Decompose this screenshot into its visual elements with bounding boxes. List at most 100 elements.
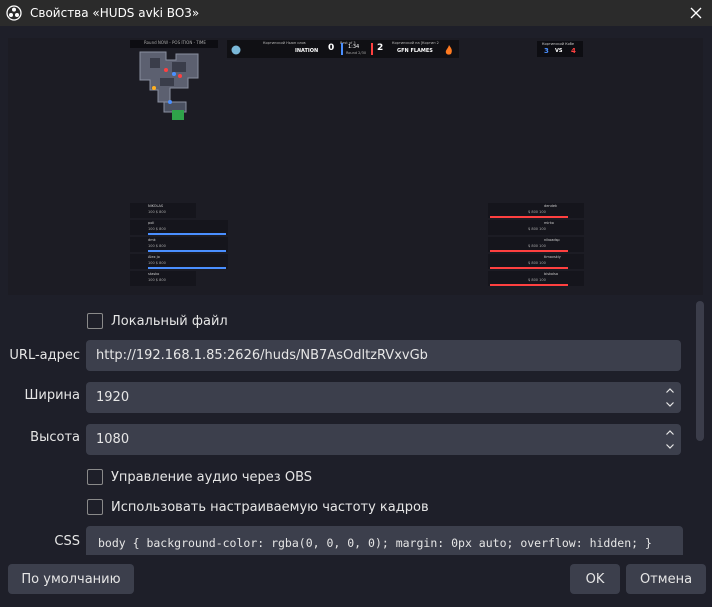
scorebar-right-team: GFN FLAMES <box>397 48 433 54</box>
close-button[interactable] <box>686 3 706 23</box>
checkbox-box[interactable] <box>87 313 103 329</box>
right-player-row: timovskiy $ 800 100 <box>488 254 584 269</box>
left-player-hp-bar <box>148 267 226 269</box>
left-player-stat: 100 $ 800 <box>148 244 166 248</box>
left-player-hp-bar <box>148 233 226 235</box>
custom-fps-checkbox[interactable]: Использовать настраиваемую частоту кадро… <box>87 499 429 515</box>
close-icon <box>690 7 702 19</box>
scorebar-left-caption: Кортинский Ньюп слов <box>263 41 306 45</box>
left-player-stat: 100 $ 800 <box>148 227 166 231</box>
local-file-checkbox[interactable]: Локальный файл <box>87 313 228 329</box>
chevron-down-icon <box>666 444 674 449</box>
right-player-stat: $ 800 100 <box>528 210 546 214</box>
left-player-row: NIKOLAS 100 $ 800 <box>130 203 196 218</box>
team-left-logo-icon <box>231 45 241 55</box>
right-player-row: mirko $ 800 100 <box>488 220 584 235</box>
width-label: Ширина <box>24 388 80 403</box>
css-value: body { background-color: rgba(0, 0, 0, 0… <box>98 536 652 550</box>
width-spin-controls <box>665 385 675 410</box>
height-decrement-button[interactable] <box>665 441 675 452</box>
height-label: Высота <box>30 430 80 445</box>
left-player-name: dmk <box>148 238 156 242</box>
cancel-button-label: Отмена <box>639 571 693 587</box>
defaults-button[interactable]: По умолчанию <box>8 564 134 594</box>
obs-logo-icon <box>6 5 22 21</box>
hud-minimap: Round NOW - POS ITION - TIME <box>130 40 218 122</box>
hud-left-team-panel: NIKOLAS 100 $ 800 poli 100 $ 800 dmk 100… <box>130 203 228 293</box>
height-increment-button[interactable] <box>665 427 675 438</box>
hud-right-team-panel: dendek $ 800 100 mirko $ 800 100 nikoads… <box>488 203 584 293</box>
ok-button[interactable]: OK <box>570 564 620 594</box>
chevron-up-icon <box>666 388 674 393</box>
right-player-row: nikoadsp $ 800 100 <box>488 237 584 252</box>
scorebar-right-caption: Кортинский на [Кортин 2 <box>392 41 439 45</box>
checkbox-box[interactable] <box>87 469 103 485</box>
left-player-stat: 100 $ 800 <box>148 261 166 265</box>
map-layout-icon <box>139 51 199 120</box>
url-value: http://192.168.1.85:2626/huds/NB7AsOdltz… <box>96 348 428 363</box>
height-spinbox[interactable]: 1080 <box>86 424 681 455</box>
url-label: URL-адрес <box>9 348 80 363</box>
right-player-stat: $ 800 100 <box>528 244 546 248</box>
audio-control-label: Управление аудио через OBS <box>111 469 313 485</box>
right-player-name: timovskiy <box>544 255 561 259</box>
right-player-name: biskolsa <box>544 272 559 276</box>
window-title: Свойства «HUDS avki BO3» <box>30 6 200 20</box>
right-player-hp-bar <box>490 267 568 269</box>
audio-control-checkbox[interactable]: Управление аудио через OBS <box>87 469 312 485</box>
width-increment-button[interactable] <box>665 385 675 396</box>
right-player-hp-bar <box>490 216 568 218</box>
chevron-up-icon <box>666 430 674 435</box>
width-spinbox[interactable]: 1920 <box>86 382 681 413</box>
series-vs: VS <box>555 48 563 54</box>
defaults-button-label: По умолчанию <box>21 571 121 587</box>
scorebar-t-marker <box>371 43 373 55</box>
right-player-hp-bar <box>490 250 568 252</box>
left-player-row: Alex jo 100 $ 800 <box>130 254 228 269</box>
team-right-logo-icon <box>445 45 452 55</box>
left-player-name: stasko <box>148 272 160 276</box>
scorebar-right-score: 2 <box>377 43 384 53</box>
right-player-stat: $ 800 100 <box>528 227 546 231</box>
dialog-button-bar: По умолчанию OK Отмена <box>0 555 712 607</box>
left-player-row: poli 100 $ 800 <box>130 220 228 235</box>
hud-series-score: Кортинский Кобе 3 VS 4 <box>537 41 583 57</box>
left-player-name: NIKOLAS <box>148 204 164 208</box>
scorebar-ct-marker <box>341 43 343 55</box>
width-decrement-button[interactable] <box>665 399 675 410</box>
left-player-row: stasko 100 $ 800 <box>130 271 196 286</box>
right-player-stat: $ 800 100 <box>528 261 546 265</box>
cancel-button[interactable]: Отмена <box>626 564 706 594</box>
series-label: Кортинский Кобе <box>542 42 575 46</box>
right-player-name: nikoadsp <box>544 238 560 242</box>
right-player-row: dendek $ 800 100 <box>488 203 584 218</box>
left-player-name: Alex jo <box>148 255 160 259</box>
local-file-label: Локальный файл <box>111 313 228 329</box>
ok-button-label: OK <box>585 571 605 587</box>
form-scrollbar[interactable] <box>696 301 704 441</box>
scorebar-time: 1:34 <box>348 44 360 50</box>
checkbox-box[interactable] <box>87 499 103 515</box>
left-player-stat: 100 $ 800 <box>148 210 166 214</box>
right-player-name: mirko <box>544 221 554 225</box>
left-player-row: dmk 100 $ 800 <box>130 237 228 252</box>
height-value: 1080 <box>96 432 130 447</box>
width-value: 1920 <box>96 390 130 405</box>
url-input[interactable]: http://192.168.1.85:2626/huds/NB7AsOdltz… <box>86 340 681 371</box>
series-left-score: 3 <box>544 47 549 55</box>
left-player-stat: 100 $ 800 <box>148 278 166 282</box>
css-label: CSS <box>54 534 80 549</box>
right-player-hp-bar <box>490 284 568 286</box>
scorebar-left-team: INATION <box>295 48 319 54</box>
right-player-stat: $ 800 100 <box>528 278 546 282</box>
left-player-hp-bar <box>148 250 226 252</box>
scorebar-round: Round 2/30 <box>346 51 367 55</box>
source-preview: Round NOW - POS ITION - TIME Кортинский … <box>8 38 703 295</box>
left-player-name: poli <box>148 221 155 225</box>
hud-scorebar: Кортинский Ньюп слов Best of 3 Кортински… <box>227 40 459 58</box>
custom-fps-label: Использовать настраиваемую частоту кадро… <box>111 499 429 515</box>
scorebar-left-score: 0 <box>328 43 335 53</box>
right-player-name: dendek <box>544 204 557 208</box>
chevron-down-icon <box>666 402 674 407</box>
series-right-score: 4 <box>571 47 576 55</box>
